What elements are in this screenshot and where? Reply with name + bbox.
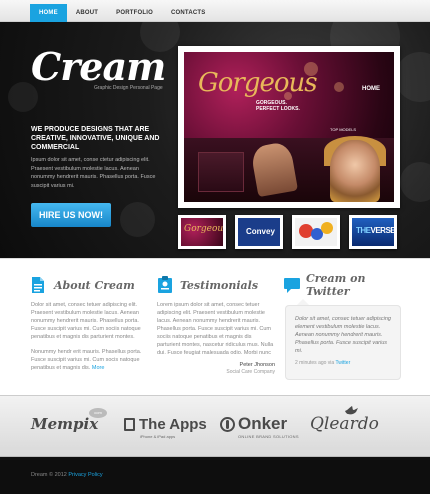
hire-us-button[interactable]: HIRE US NOW! (31, 203, 111, 227)
testimonial-author: Peter Jhonson (239, 362, 275, 368)
tweet-box-arrow (297, 299, 309, 305)
bokeh-decoration (395, 52, 430, 102)
tweet-meta: 2 minutes ago via Twitter (295, 360, 391, 366)
slide-title: Gorgeous (198, 68, 318, 98)
twitter-header: Cream on Twitter (283, 272, 403, 298)
client-logo-onker[interactable]: Onker (220, 414, 287, 434)
thumbnail-label: Gorgeous (184, 224, 223, 234)
client-subtitle: iPhone & iPad apps (140, 434, 176, 439)
mempix-badge: com (89, 408, 107, 418)
slide-subtitle: GORGEOUS. PERFECT LOOKS. (256, 100, 300, 112)
client-logo-theapps[interactable]: The Apps (124, 416, 207, 433)
thumbnail-label-part: VERSE (370, 226, 395, 235)
client-name: The Apps (139, 416, 207, 433)
power-icon (220, 416, 235, 432)
hero-heading: WE PRODUCE DESIGNS THAT ARE CREATIVE, IN… (31, 126, 160, 151)
nav-item-home[interactable]: HOME (30, 4, 67, 22)
twitter-title: Cream on Twitter (306, 272, 366, 298)
privacy-policy-link[interactable]: Privacy Policy (68, 472, 102, 478)
client-logo-mempix[interactable]: Mempix (31, 415, 98, 433)
site-tagline: Graphic Design Personal Page (94, 85, 163, 91)
about-text-body: Nonummy hendr erit mauris. Phasellus por… (31, 349, 142, 371)
nav-item-portfolio[interactable]: PORTFOLIO (107, 4, 162, 22)
nav-item-about[interactable]: ABOUT (67, 4, 107, 22)
about-column: About Cream Dolor sit amet, consec tetue… (31, 275, 147, 372)
thumbnail-image: Convey (238, 218, 280, 246)
thumbnail-label-part: THE (356, 226, 371, 235)
testimonials-column: Testimonials Lorem ipsum dolor sit amet,… (157, 275, 275, 375)
slider-thumbnail[interactable]: Gorgeous (178, 215, 226, 249)
slide-panel (198, 152, 244, 192)
footer: Dream © 2012 Privacy Policy (0, 457, 430, 494)
client-name: Onker (238, 414, 288, 433)
testimonials-header: Testimonials (157, 275, 275, 295)
tweet-text: Dolor sit amet, consec tetuer adipiscing… (295, 316, 391, 354)
about-header: About Cream (31, 275, 147, 295)
model-photo (330, 140, 380, 202)
client-logo-qleardo[interactable]: Qleardo (310, 414, 379, 434)
top-nav-bar: HOME ABOUT PORTFOLIO CONTACTS (0, 0, 430, 22)
nav-item-contacts[interactable]: CONTACTS (162, 4, 215, 22)
more-link[interactable]: More (92, 365, 105, 371)
main-nav: HOME ABOUT PORTFOLIO CONTACTS (30, 4, 214, 22)
tweet-time: 2 minutes ago via (295, 360, 335, 366)
twitter-column: Cream on Twitter (283, 272, 403, 298)
thumbnail-image: THEVERSE (352, 218, 394, 246)
slider-main-frame[interactable]: Gorgeous GORGEOUS. PERFECT LOOKS. HOME T… (178, 46, 400, 208)
bokeh-decoration (334, 82, 344, 92)
thumbnail-shape (321, 222, 333, 234)
slide-menu-text: TOP MODELS (330, 127, 357, 132)
document-icon (31, 276, 47, 294)
thumbnail-label: Convey (246, 227, 275, 236)
slider-thumbnails: Gorgeous Convey THEVERSE (178, 215, 397, 249)
thumbnail-label: THEVERSE (356, 226, 394, 235)
bokeh-decoration (400, 162, 430, 202)
testimonial-role: Social Care Company (226, 369, 275, 375)
copyright-text: Dream © 2012 (31, 472, 67, 478)
site-logo[interactable]: Cream (31, 44, 166, 89)
footer-text: Dream © 2012 Privacy Policy (31, 472, 103, 478)
testimonials-title: Testimonials (180, 278, 259, 292)
book-icon (124, 418, 135, 431)
about-title: About Cream (54, 278, 135, 292)
slide-menu-text: HOME (362, 86, 380, 92)
thumbnail-image (295, 218, 337, 246)
slider-main-image: Gorgeous GORGEOUS. PERFECT LOOKS. HOME T… (184, 52, 394, 202)
bokeh-decoration (120, 202, 155, 237)
testimonial-text: Lorem ipsum dolor sit amet, consec tetue… (157, 302, 274, 356)
tweet-box: Dolor sit amet, consec tetuer adipiscing… (285, 299, 401, 380)
about-text: Nonummy hendr erit mauris. Phasellus por… (31, 348, 147, 372)
hero-text: Ipsum dolor sit amet, conse ctetur adipi… (31, 157, 156, 189)
slider-thumbnail[interactable]: THEVERSE (349, 215, 397, 249)
id-card-icon (157, 276, 173, 294)
clients-strip: Mempix com The Apps iPhone & iPad apps O… (0, 395, 430, 457)
speech-bubble-icon (283, 276, 300, 294)
slider-thumbnail[interactable] (292, 215, 340, 249)
content-section: About Cream Dolor sit amet, consec tetue… (0, 258, 430, 395)
slider-thumbnail[interactable]: Convey (235, 215, 283, 249)
thumbnail-image: Gorgeous (181, 218, 223, 246)
about-text: Dolor sit amet, consec tetuer adipiscing… (31, 302, 141, 340)
twitter-link[interactable]: Twitter (336, 360, 351, 366)
hero-section: Cream Graphic Design Personal Page WE PR… (0, 22, 430, 258)
slide-subtitle-line: PERFECT LOOKS. (256, 106, 300, 112)
client-subtitle: ONLINE BRAND SOLUTIONS (238, 434, 299, 439)
